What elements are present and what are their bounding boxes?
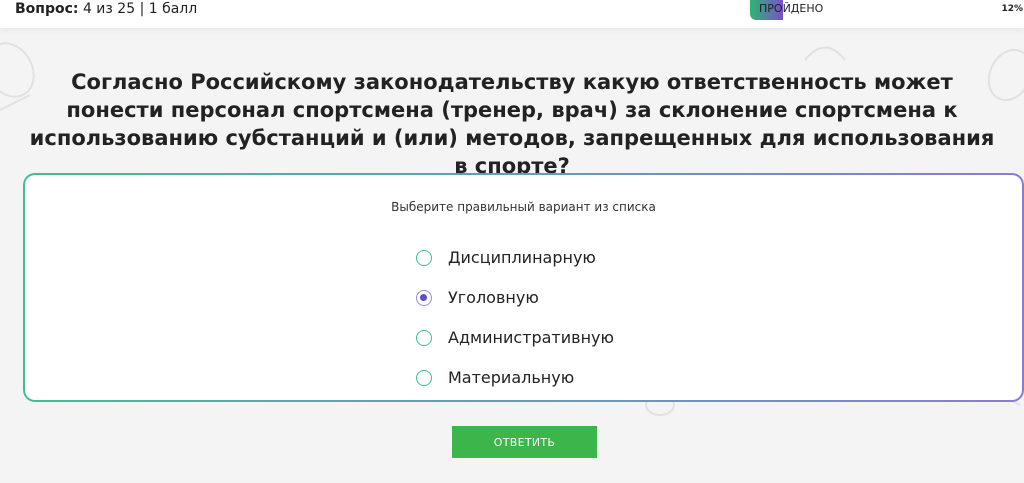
submit-answer-button[interactable]: ОТВЕТИТЬ <box>452 426 597 458</box>
question-text: Согласно Российскому законодательству ка… <box>29 70 995 178</box>
progress-percent: 12% <box>1001 4 1023 14</box>
answer-option-label: Административную <box>448 328 614 347</box>
answer-card-body: Выберите правильный вариант из списка Ди… <box>25 175 1022 400</box>
progress-bar: ПРОЙДЕНО 12% <box>750 0 1024 20</box>
radio-button-icon[interactable] <box>416 370 432 386</box>
top-bar: Вопрос: 4 из 25 | 1 балл ПРОЙДЕНО 12% <box>0 0 1024 28</box>
answer-option[interactable]: Материальную <box>416 358 614 398</box>
answer-option[interactable]: Дисциплинарную <box>416 238 614 278</box>
answer-option-label: Уголовную <box>448 288 539 307</box>
question-counter-label: Вопрос: <box>15 1 79 17</box>
answer-option-label: Дисциплинарную <box>448 248 596 267</box>
question-counter: Вопрос: 4 из 25 | 1 балл <box>15 0 197 18</box>
progress-label: ПРОЙДЕНО <box>759 2 824 15</box>
answer-card: Выберите правильный вариант из списка Ди… <box>23 173 1024 402</box>
answer-instruction: Выберите правильный вариант из списка <box>391 200 656 214</box>
radio-button-icon[interactable] <box>416 250 432 266</box>
question-counter-value: 4 из 25 | 1 балл <box>82 1 198 17</box>
answer-option-label: Материальную <box>448 368 575 387</box>
radio-button-icon[interactable] <box>416 290 432 306</box>
radio-button-icon[interactable] <box>416 330 432 346</box>
answer-option[interactable]: Уголовную <box>416 278 614 318</box>
answer-option[interactable]: Административную <box>416 318 614 358</box>
answer-options: Дисциплинарную Уголовную Административну… <box>416 238 614 398</box>
